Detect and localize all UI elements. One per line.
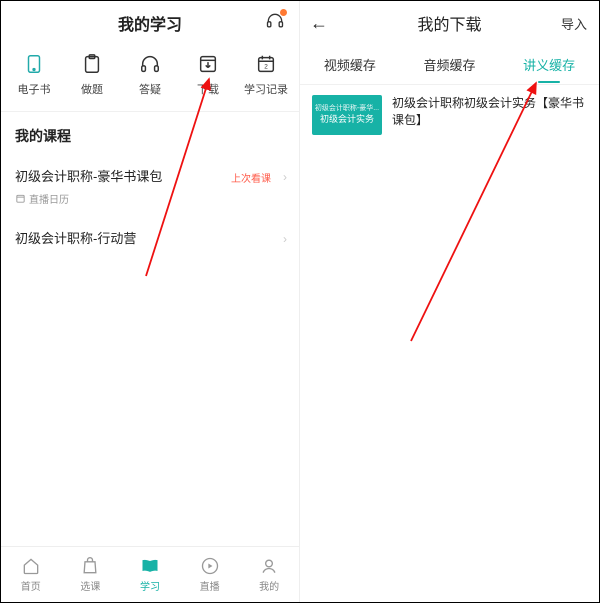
nav-label: 首页 <box>21 578 41 593</box>
course-item[interactable]: 初级会计职称-行动营 › <box>1 218 299 259</box>
tab-audio-cache[interactable]: 音频缓存 <box>419 47 479 82</box>
download-title: 初级会计职称初级会计实务【豪华书课包】 <box>392 95 587 129</box>
tab-video-cache[interactable]: 视频缓存 <box>320 47 380 82</box>
left-header: 我的学习 <box>1 1 299 45</box>
course-sub-text: 直播日历 <box>29 191 69 206</box>
tool-record[interactable]: 2 学习记录 <box>238 53 294 97</box>
svg-text:2: 2 <box>264 64 268 71</box>
course-item[interactable]: 初级会计职称-豪华书课包 直播日历 上次看课 › <box>1 156 299 218</box>
calendar-icon: 2 <box>255 53 277 75</box>
course-thumbnail: 初级会计职称-豪华... 初级会计实务 <box>312 95 382 135</box>
nav-label: 直播 <box>200 578 220 593</box>
tab-notes-cache[interactable]: 讲义缓存 <box>519 47 579 82</box>
tool-label: 电子书 <box>18 81 51 97</box>
nav-mine[interactable]: 我的 <box>259 556 279 593</box>
clipboard-icon <box>81 53 103 75</box>
tool-label: 答疑 <box>139 81 161 97</box>
chevron-right-icon: › <box>283 232 287 246</box>
study-screen: 我的学习 电子书 做题 <box>1 1 300 602</box>
page-title: 我的下载 <box>417 11 481 35</box>
thumb-main: 初级会计实务 <box>320 114 374 125</box>
tool-ebook[interactable]: 电子书 <box>6 53 62 97</box>
nav-label: 选课 <box>80 578 100 593</box>
tool-label: 学习记录 <box>244 81 288 97</box>
book-open-icon <box>140 556 160 576</box>
right-header: ← 我的下载 导入 <box>300 1 599 45</box>
page-title: 我的学习 <box>118 11 182 35</box>
nav-select[interactable]: 选课 <box>80 556 100 593</box>
download-item[interactable]: 初级会计职称-豪华... 初级会计实务 初级会计职称初级会计实务【豪华书课包】 <box>300 85 599 145</box>
nav-live[interactable]: 直播 <box>200 556 220 593</box>
last-viewed-tag: 上次看课 <box>231 170 271 185</box>
notification-dot <box>279 8 288 17</box>
tool-label: 下载 <box>197 81 219 97</box>
cache-tabs: 视频缓存 音频缓存 讲义缓存 <box>300 45 599 85</box>
course-title: 初级会计职称-行动营 <box>15 228 285 247</box>
tool-qa[interactable]: 答疑 <box>122 53 178 97</box>
tool-download[interactable]: 下载 <box>180 53 236 97</box>
ebook-icon <box>23 53 45 75</box>
thumb-top: 初级会计职称-豪华... <box>315 105 379 113</box>
user-icon <box>259 556 279 576</box>
nav-label: 学习 <box>140 578 160 593</box>
nav-home[interactable]: 首页 <box>21 556 41 593</box>
downloads-screen: ← 我的下载 导入 视频缓存 音频缓存 讲义缓存 初级会计职称-豪华... 初级… <box>300 1 599 602</box>
support-button[interactable] <box>265 11 285 31</box>
download-icon <box>197 53 219 75</box>
calendar-small-icon <box>15 193 26 204</box>
import-button[interactable]: 导入 <box>561 14 587 33</box>
nav-label: 我的 <box>259 578 279 593</box>
bottom-nav: 首页 选课 学习 直播 我的 <box>1 546 299 602</box>
back-button[interactable]: ← <box>310 13 328 34</box>
play-circle-icon <box>200 556 220 576</box>
chevron-right-icon: › <box>283 170 287 184</box>
bag-icon <box>80 556 100 576</box>
tool-label: 做题 <box>81 81 103 97</box>
tool-practice[interactable]: 做题 <box>64 53 120 97</box>
headphones-icon <box>139 53 161 75</box>
nav-study[interactable]: 学习 <box>140 556 160 593</box>
section-my-courses: 我的课程 <box>1 112 299 156</box>
home-icon <box>21 556 41 576</box>
tool-row: 电子书 做题 答疑 下载 2 <box>1 45 299 112</box>
course-sub: 直播日历 <box>15 191 285 206</box>
